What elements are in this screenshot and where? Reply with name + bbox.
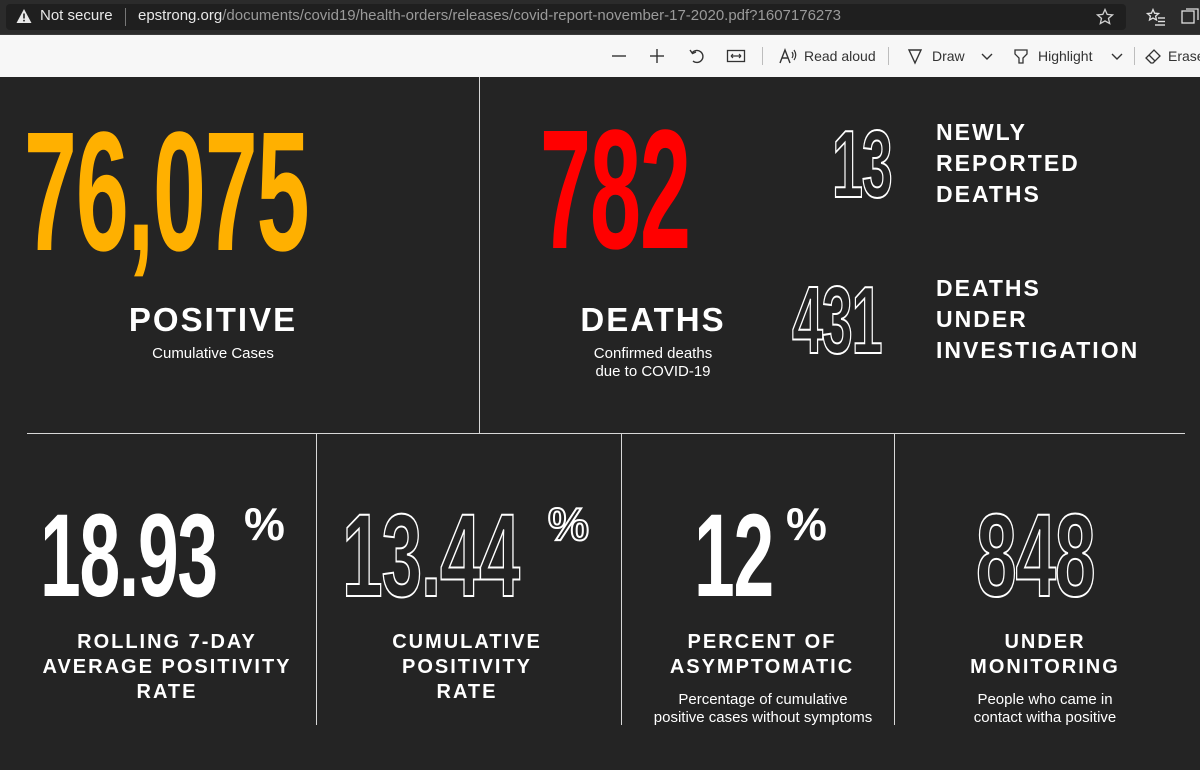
rolling-rate-label: ROLLING 7-DAY AVERAGE POSITIVITY RATE [30,630,304,705]
asymptomatic-percent: % [786,498,827,550]
toolbar-separator [1134,47,1135,65]
asymptomatic-sub: Percentage of cumulative positive cases … [632,691,894,727]
divider-horizontal [27,433,1185,434]
draw-button[interactable]: Draw [906,35,965,77]
zoom-in-button[interactable] [648,35,666,77]
rolling-rate-label-line: RATE [136,681,198,703]
favorite-star-icon[interactable] [1096,8,1114,26]
new-deaths-label: NEWLY REPORTED DEATHS [936,119,1080,207]
pdf-page: 76,075 POSITIVE Cumulative Cases 782 DEA… [0,77,1200,770]
collections-icon[interactable] [1180,8,1200,26]
monitoring-sub: People who came in contact witha positiv… [905,691,1185,727]
deaths-sub: Confirmed deaths due to COVID-19 [553,345,753,381]
security-status[interactable]: Not secure [40,7,113,24]
zoom-out-button[interactable] [610,35,628,77]
cumulative-rate-percent: % [547,498,590,550]
cumulative-rate-label-line: RATE [436,681,498,703]
rolling-rate-label-line: ROLLING 7-DAY [77,631,257,653]
monitoring-sub-line: contact witha positive [973,709,1117,726]
investigation-label: DEATHS UNDER INVESTIGATION [936,275,1140,363]
toolbar-separator [888,47,889,65]
favorites-list-icon[interactable] [1146,8,1166,26]
cumulative-rate-label-line: CUMULATIVE [392,631,542,653]
read-aloud-icon [779,48,797,64]
read-aloud-label: Read aloud [804,48,876,64]
rolling-rate-value: 18.93 [40,490,218,622]
asymptomatic-sub-line: positive cases without symptoms [653,709,873,726]
investigation-count: 431 [791,267,883,374]
divider-vertical [621,433,622,725]
monitoring-label-line: UNDER [1004,631,1086,653]
rotate-button[interactable] [688,35,706,77]
divider-vertical [479,77,480,433]
rotate-icon [689,49,704,64]
cumulative-rate-label: CUMULATIVE POSITIVITY RATE [330,630,604,705]
divider-vertical [894,433,895,725]
asymptomatic-label: PERCENT OF ASYMPTOMATIC [640,630,884,680]
deaths-label: DEATHS [580,301,726,338]
browser-address-bar: Not secure epstrong.org/documents/covid1… [0,0,1200,35]
positive-count: 76,075 [24,97,310,287]
highlight-options-dropdown[interactable] [1110,35,1124,77]
rolling-rate-percent: % [244,498,285,550]
read-aloud-button[interactable]: Read aloud [778,35,876,77]
pdf-toolbar: Read aloud Draw Highlight Erase [0,35,1200,78]
cumulative-rate-label-line: POSITIVITY [401,656,533,678]
positive-label: POSITIVE [128,301,298,338]
minus-icon [612,55,626,57]
draw-options-dropdown[interactable] [980,35,994,77]
asymptomatic-value: 12 [694,490,774,622]
plus-icon [650,49,664,63]
positive-sub: Cumulative Cases [152,345,274,362]
asymptomatic-label-line: PERCENT OF [687,631,837,653]
toolbar-separator [762,47,763,65]
chevron-down-icon [981,53,993,60]
url-path: /documents/covid19/health-orders/release… [222,7,841,24]
asymptomatic-sub-line: Percentage of cumulative [678,691,848,708]
highlight-button[interactable]: Highlight [1012,35,1092,77]
address-separator [125,8,126,26]
chevron-down-icon [1111,53,1123,60]
new-deaths-count: 13 [831,111,893,218]
erase-label: Erase [1168,48,1200,64]
fit-width-icon [726,49,746,63]
cumulative-rate-value: 13.44 [341,490,520,622]
draw-label: Draw [932,48,965,64]
url-text[interactable]: epstrong.org/documents/covid19/health-or… [138,7,841,24]
monitoring-value: 848 [975,490,1096,622]
draw-icon [907,49,923,65]
deaths-count: 782 [540,95,691,285]
fit-width-button[interactable] [726,35,746,77]
monitoring-label: UNDER MONITORING [905,630,1185,680]
warning-icon[interactable] [16,8,32,24]
highlighter-icon [1014,49,1028,64]
monitoring-label-line: MONITORING [970,656,1120,678]
url-domain: epstrong.org [138,7,223,24]
deaths-sub-line: Confirmed deaths [593,345,713,362]
eraser-icon [1145,49,1161,64]
erase-button[interactable]: Erase [1144,35,1200,77]
deaths-sub-line: due to COVID-19 [595,363,711,380]
asymptomatic-label-line: ASYMPTOMATIC [669,656,855,678]
highlight-label: Highlight [1038,48,1093,64]
monitoring-sub-line: People who came in [977,691,1113,708]
rolling-rate-label-line: AVERAGE POSITIVITY [42,656,292,678]
divider-vertical [316,433,317,725]
